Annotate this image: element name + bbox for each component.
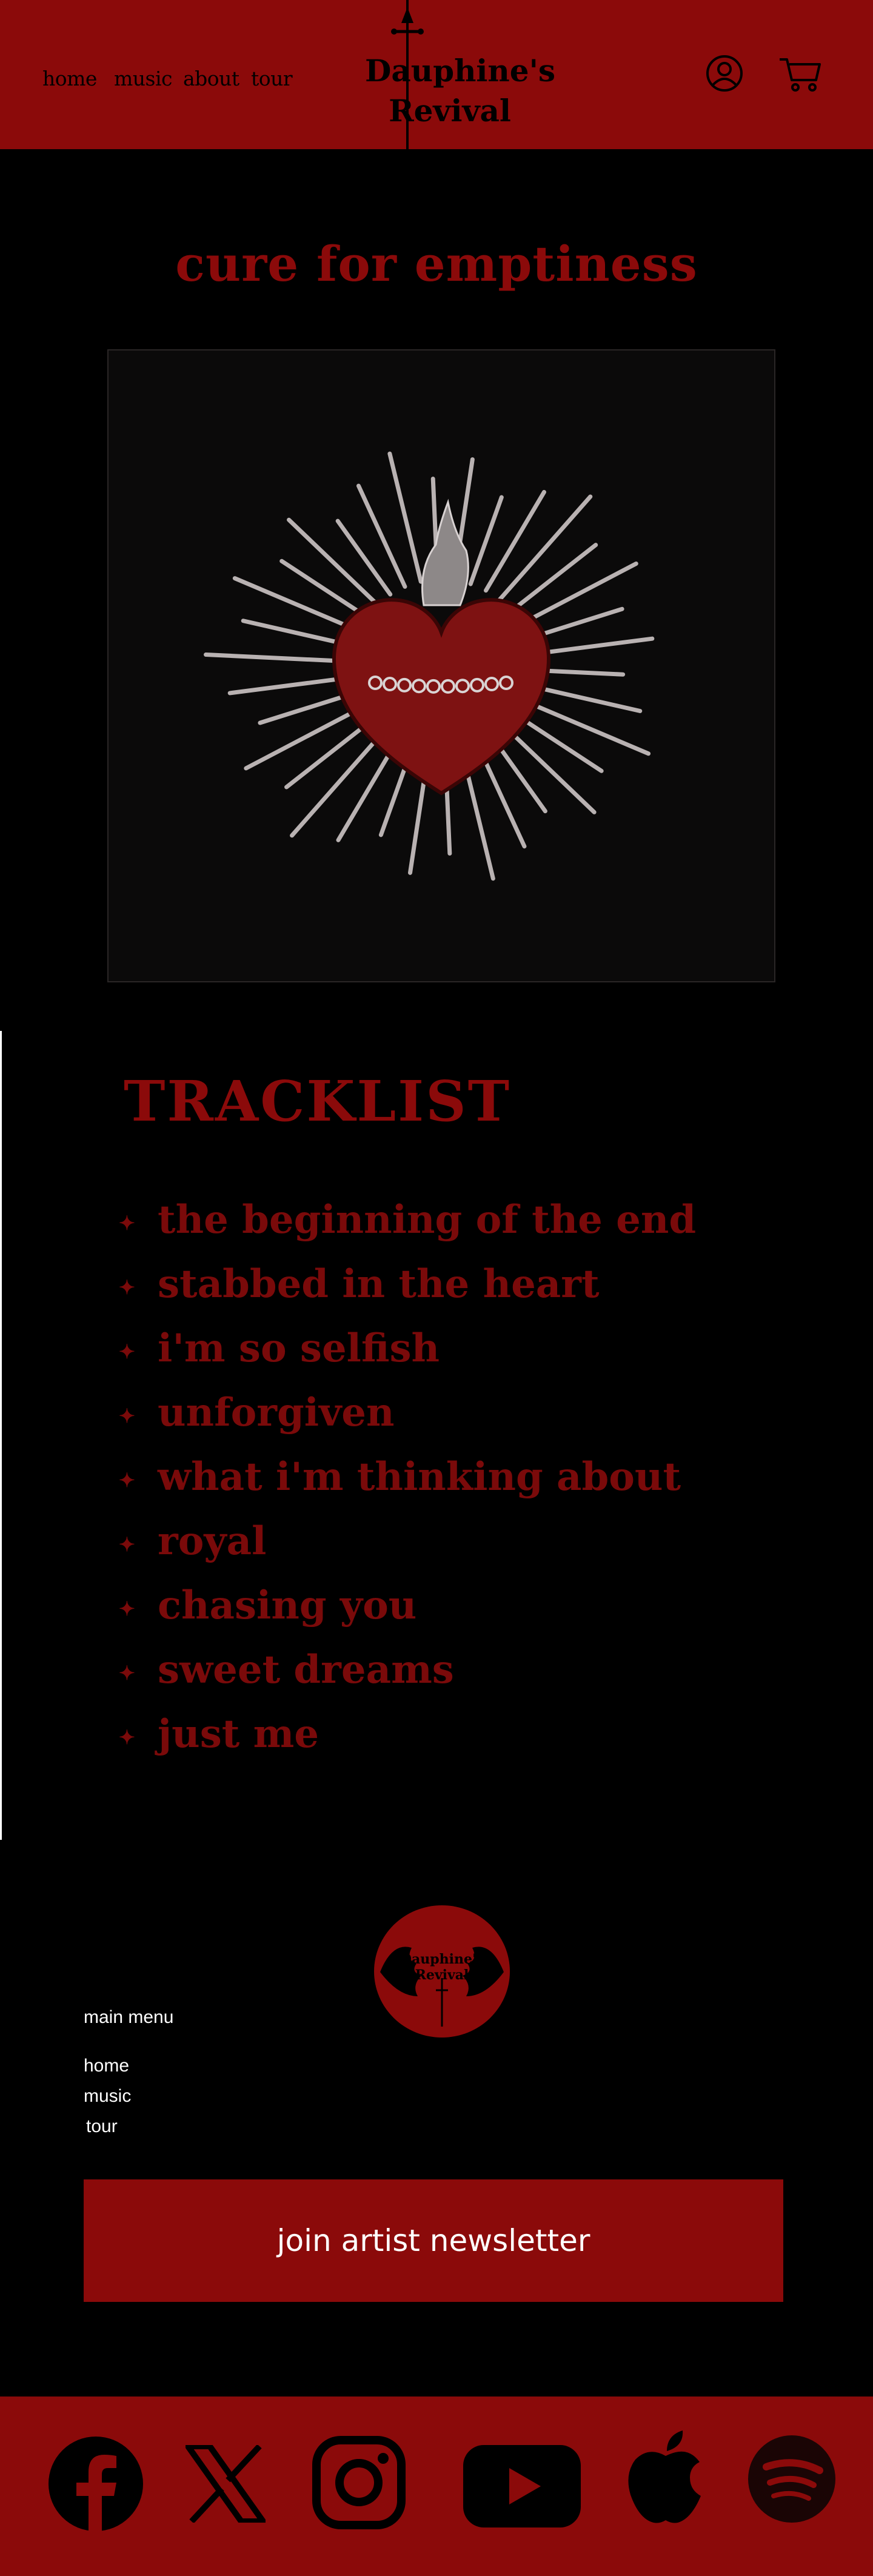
track-title: what i'm thinking about (158, 1454, 681, 1500)
track-item: ✦ just me (119, 1710, 319, 1759)
track-title: unforgiven (158, 1390, 395, 1435)
logo-line2: Revival (389, 93, 511, 129)
heart-shape (332, 598, 551, 796)
user-circle-icon[interactable] (706, 55, 743, 92)
spike-mark (279, 558, 369, 619)
spike-mark (287, 517, 380, 607)
spike-mark (509, 543, 598, 613)
star-bullet-icon: ✦ (119, 1725, 135, 1749)
spike-mark (503, 725, 597, 814)
track-title: sweet dreams (158, 1647, 454, 1692)
track-title: the beginning of the end (158, 1197, 697, 1243)
social-bar (0, 2397, 873, 2576)
track-title: i'm so selfish (158, 1326, 440, 1371)
footer-logo[interactable]: Dauphine's Revival (374, 1905, 510, 2038)
spike-mark (513, 713, 604, 773)
spike-mark (483, 489, 547, 593)
spike-mark (356, 483, 407, 589)
nav-music[interactable]: music (114, 67, 173, 90)
track-item: ✦ what i'm thinking about (119, 1453, 681, 1501)
x-icon[interactable] (185, 2443, 266, 2524)
spike-mark (527, 683, 643, 713)
join-newsletter-button[interactable]: join artist newsletter (84, 2179, 783, 2302)
nav-home[interactable]: home (42, 67, 97, 90)
nav-tour[interactable]: tour (251, 67, 293, 90)
tracklist-divider (0, 1031, 2, 1840)
spike-mark (518, 562, 638, 626)
track-title: royal (158, 1518, 267, 1564)
facebook-icon[interactable] (47, 2435, 144, 2532)
nav-about[interactable]: about (183, 67, 239, 90)
star-bullet-icon: ✦ (119, 1404, 135, 1427)
star-bullet-icon: ✦ (119, 1532, 135, 1556)
star-bullet-icon: ✦ (119, 1211, 135, 1235)
star-bullet-icon: ✦ (119, 1597, 135, 1620)
spike-mark (227, 675, 353, 696)
track-item: ✦ chasing you (119, 1581, 416, 1630)
flame-crown (421, 498, 469, 606)
youtube-icon[interactable] (463, 2445, 581, 2527)
spike-mark (284, 719, 373, 790)
bat-wings-logo-icon: Dauphine's Revival (380, 1947, 504, 2027)
apple-music-icon[interactable] (624, 2428, 707, 2526)
star-bullet-icon: ✦ (119, 1340, 135, 1363)
footer-logo-line2: Revival (415, 1967, 469, 1983)
track-item: ✦ unforgiven (119, 1389, 395, 1437)
spike-mark (244, 705, 364, 771)
track-item: ✦ stabbed in the heart (119, 1260, 600, 1309)
logo-line1: Dauphine's (365, 53, 556, 89)
footer-menu-heading: main menu (84, 2007, 174, 2027)
track-title: just me (158, 1711, 319, 1757)
spike-mark (203, 652, 353, 664)
shopping-cart-icon[interactable] (778, 56, 822, 93)
track-item: ✦ sweet dreams (119, 1646, 454, 1694)
instagram-icon[interactable] (312, 2435, 406, 2530)
star-bullet-icon: ✦ (119, 1468, 135, 1492)
track-title: stabbed in the heart (158, 1261, 600, 1307)
track-title: chasing you (158, 1583, 417, 1628)
spike-mark (335, 518, 393, 597)
footer-logo-line1: Dauphine's (400, 1951, 484, 1967)
site-logo[interactable]: Dauphine's Revival (365, 0, 556, 149)
star-bullet-icon: ✦ (119, 1661, 135, 1685)
site-header: home music about tour Dauphine's Revival (0, 0, 873, 149)
sacred-heart-icon (203, 451, 655, 881)
track-item: ✦ i'm so selfish (119, 1324, 440, 1373)
track-item: ✦ royal (119, 1517, 266, 1566)
tracklist-heading: TRACKLIST (124, 1068, 512, 1134)
footer-link-home[interactable]: home (84, 2056, 129, 2076)
footer-link-music[interactable]: music (84, 2086, 131, 2107)
star-bullet-icon: ✦ (119, 1275, 135, 1299)
album-title: cure for emptiness (175, 235, 698, 292)
spotify-icon[interactable] (748, 2435, 835, 2523)
album-cover-image (107, 349, 775, 982)
track-item: ✦ the beginning of the end (119, 1196, 696, 1244)
footer-link-tour[interactable]: tour (86, 2116, 118, 2137)
